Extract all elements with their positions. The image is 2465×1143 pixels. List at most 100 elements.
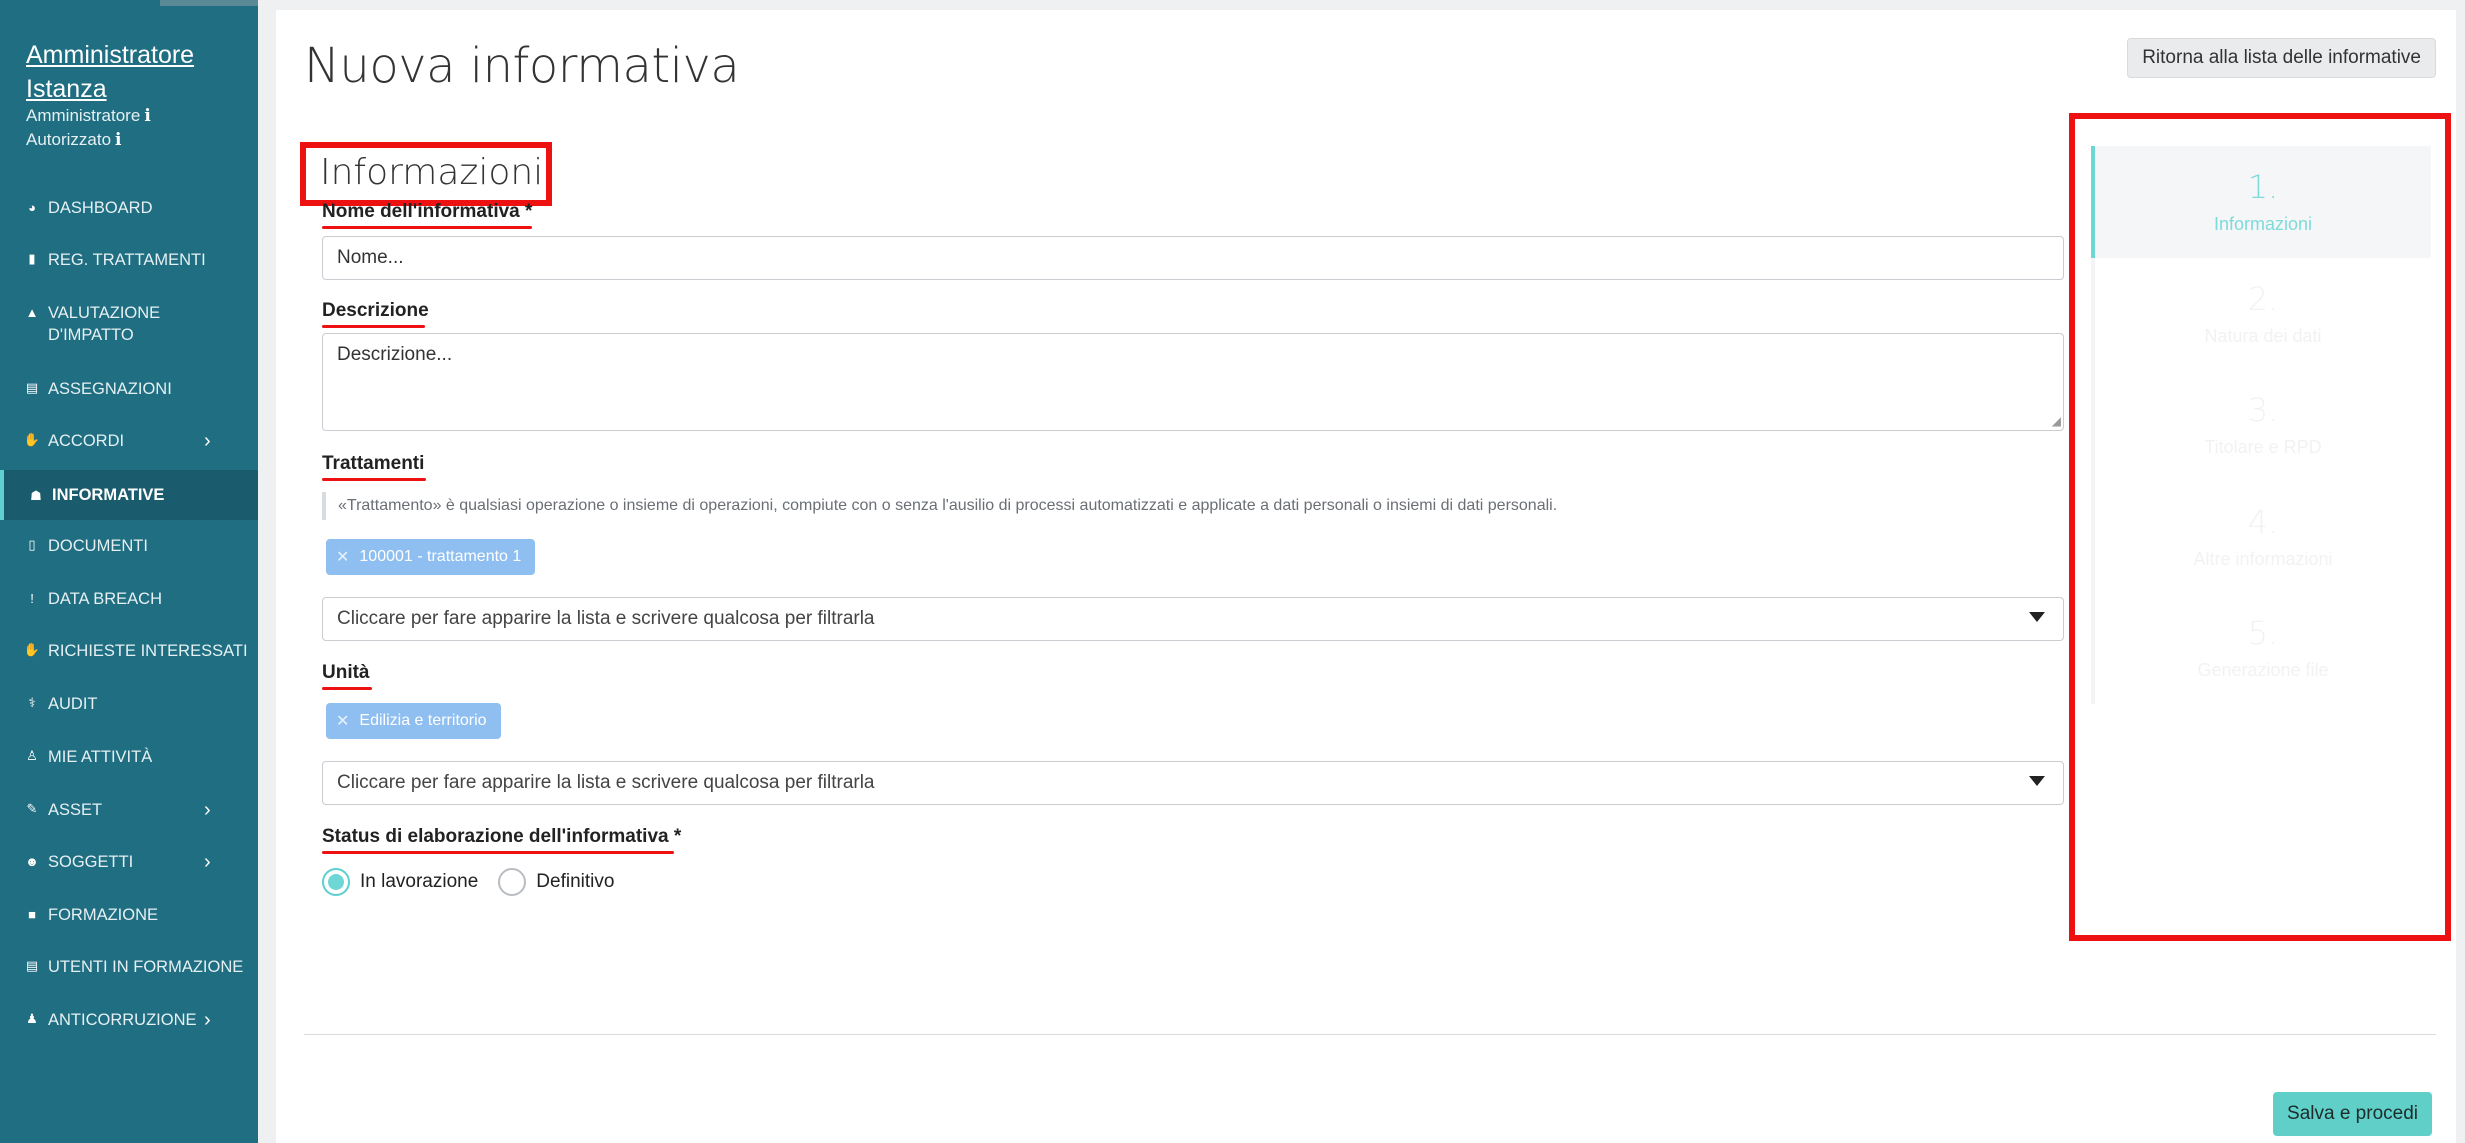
sidebar-item-utenti-in-formazione[interactable]: ▤ UTENTI IN FORMAZIONE [0,956,258,978]
sidebar-item-label: REG. TRATTAMENTI [48,251,206,269]
step-name: Informazioni [2213,214,2313,234]
status-radio-group: In lavorazione Definitivo [322,868,634,896]
step-titolare-rpd[interactable]: 3. Titolare e RPD [2095,369,2431,481]
sidebar-item-label: DOCUMENTI [48,537,148,555]
stepper: 1. Informazioni 2. Natura dei dati 3. Ti… [2091,146,2431,704]
step-number: 5. [2247,614,2279,652]
units-field-label: Unità [322,662,372,690]
name-input[interactable]: Nome... [322,236,2064,280]
sidebar-item-label: RICHIESTE INTERESSATI [48,642,248,660]
sidebar-item-mie-attivita[interactable]: ♙ MIE ATTIVITÀ [0,746,258,768]
video-icon: ■ [28,906,36,922]
sidebar-top-decoration [160,0,258,6]
units-select-placeholder: Cliccare per fare apparire la lista e sc… [337,772,875,793]
sidebar-item-label: UTENTI IN FORMAZIONE [48,958,244,976]
sidebar-item-label: INFORMATIVE [52,486,165,504]
sidebar-item-formazione[interactable]: ■ FORMAZIONE [0,904,258,926]
sidebar-item-label: AUDIT [48,695,98,713]
label-underline [322,478,426,481]
status-option-label: Definitivo [536,871,615,892]
info-icon[interactable]: i [144,106,150,126]
sidebar-item-soggetti[interactable]: ☻ SOGGETTI › [0,851,258,873]
page-title: Nuova informativa [304,38,740,94]
step-generazione-file[interactable]: 5. Generazione file [2095,592,2431,704]
caret-down-icon [2029,776,2045,786]
sidebar-item-label: ASSEGNAZIONI [48,380,172,398]
sidebar-item-label: VALUTAZIONE D'IMPATTO [48,304,161,344]
gauge-icon: ◕ [28,199,36,215]
description-field-label-text: Descrizione [322,300,429,321]
chevron-right-icon: › [204,1009,211,1031]
hand-icon: ✋ [23,642,41,657]
address-book-icon: ▤ [25,380,39,395]
step-number: 1. [2247,168,2279,206]
caret-down-icon [2029,612,2045,622]
units-tag-label: Edilizia e territorio [359,712,487,729]
user-role: Amministratore i [26,106,151,126]
step-number: 4. [2247,503,2279,541]
status-field-label-text: Status di elaborazione dell'informativa … [322,826,682,847]
step-name: Generazione file [2197,660,2329,680]
step-number: 2. [2247,280,2279,318]
status-field-label: Status di elaborazione dell'informativa … [322,826,682,854]
step-name: Altre informazioni [2193,549,2333,569]
sidebar-item-informative[interactable]: ☗ INFORMATIVE [0,470,258,520]
treatments-field-label-text: Trattamenti [322,453,425,474]
users-icon: ☻ [25,853,39,869]
step-altre-informazioni[interactable]: 4. Altre informazioni [2095,481,2431,593]
user-name-link[interactable]: Amministratore Istanza [26,38,226,106]
sidebar-item-label: ANTICORRUZIONE [48,1011,197,1029]
sidebar-item-reg-trattamenti[interactable]: ▮ REG. TRATTAMENTI [0,249,258,271]
sidebar-item-valutazione-impatto[interactable]: ▲ VALUTAZIONE D'IMPATTO [0,302,258,346]
sidebar-item-asset[interactable]: ✎ ASSET › [0,799,258,821]
step-informazioni[interactable]: 1. Informazioni [2091,146,2431,258]
user-status: Autorizzato i [26,130,122,150]
sidebar-item-data-breach[interactable]: ! DATA BREACH [0,588,258,610]
warning-icon: ▲ [25,304,39,320]
remove-tag-icon[interactable]: ✕ [336,547,349,567]
sidebar-item-richieste-interessati[interactable]: ✋ RICHIESTE INTERESSATI [0,640,258,662]
description-placeholder: Descrizione... [337,344,453,365]
sidebar-item-accordi[interactable]: ✋ ACCORDI › [0,430,258,452]
footer-divider [304,1034,2436,1035]
treatments-tag-label: 100001 - trattamento 1 [359,548,522,565]
status-option-label: In lavorazione [360,871,479,892]
sidebar-item-dashboard[interactable]: ◕ DASHBOARD [0,197,258,219]
treatments-tag: ✕ 100001 - trattamento 1 [326,539,536,575]
status-radio-in-lavorazione[interactable] [322,868,350,896]
sidebar-item-label: FORMAZIONE [48,906,158,924]
book-icon: ▮ [28,251,36,266]
sidebar-item-assegnazioni[interactable]: ▤ ASSEGNAZIONI [0,378,258,400]
stethoscope-icon: ⚕ [28,695,36,710]
sitemap-icon: ☗ [30,488,42,503]
name-field-label: Nome dell'informativa * [322,201,532,229]
remove-tag-icon[interactable]: ✕ [336,711,349,731]
description-textarea[interactable]: Descrizione... ◢ [322,333,2064,431]
section-title: Informazioni [300,142,552,206]
active-indicator [0,470,4,520]
status-radio-definitivo[interactable] [498,868,527,896]
save-and-proceed-button[interactable]: Salva e procedi [2273,1092,2432,1136]
label-underline [322,226,532,229]
sidebar-item-anticorruzione[interactable]: ♟ ANTICORRUZIONE › [0,1009,258,1031]
label-underline [322,851,674,854]
resize-handle-icon[interactable]: ◢ [2052,414,2061,428]
treatments-select[interactable]: Cliccare per fare apparire la lista e sc… [322,597,2064,641]
step-name: Titolare e RPD [2204,437,2322,457]
step-natura-dei-dati[interactable]: 2. Natura dei dati [2095,258,2431,370]
info-icon[interactable]: i [115,130,121,150]
back-to-list-button[interactable]: Ritorna alla lista delle informative [2127,38,2436,78]
edit-icon: ✎ [26,801,38,816]
sidebar-item-audit[interactable]: ⚕ AUDIT [0,693,258,715]
treatments-select-placeholder: Cliccare per fare apparire la lista e sc… [337,608,875,629]
units-select[interactable]: Cliccare per fare apparire la lista e sc… [322,761,2064,805]
sidebar-item-label: ACCORDI [48,432,125,450]
sidebar-item-label: SOGGETTI [48,853,134,871]
chevron-right-icon: › [204,430,211,452]
label-underline [322,325,425,328]
treatments-field-label: Trattamenti [322,453,426,481]
treatments-hint: «Trattamento» è qualsiasi operazione o i… [322,492,1557,520]
sidebar-item-label: ASSET [48,801,103,819]
sidebar-item-documenti[interactable]: ▯ DOCUMENTI [0,535,258,557]
person-icon: ♙ [26,748,38,763]
